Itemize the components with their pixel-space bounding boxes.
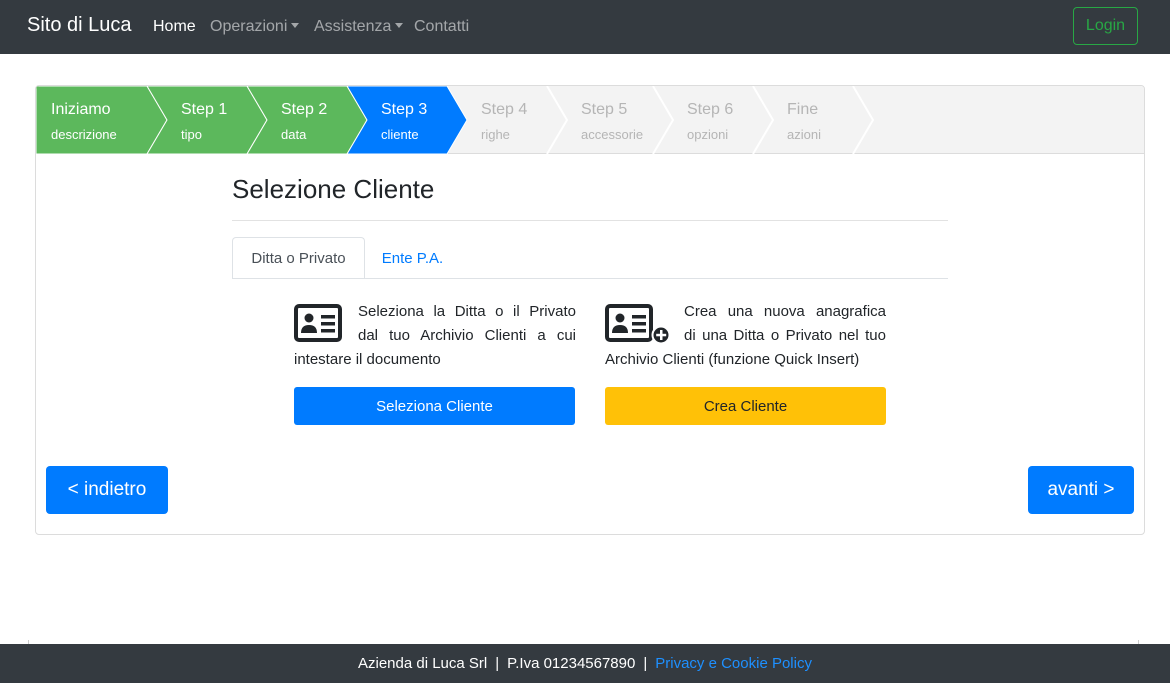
wizard-card: Iniziamo descrizione Step 1 tipo Step 2 …	[35, 85, 1145, 535]
next-button[interactable]: avanti >	[1028, 466, 1134, 514]
step-5-label: Step 5	[581, 101, 628, 118]
step-bg-iniziamo	[36, 86, 168, 154]
select-desc-1: Seleziona la Ditta o il Privato	[358, 303, 576, 320]
select-client-button[interactable]: Seleziona Cliente	[294, 387, 575, 425]
step-4-label: Step 4	[481, 101, 528, 118]
steps-arrows	[36, 86, 875, 154]
create-client-button[interactable]: Crea Cliente	[605, 387, 886, 425]
step-3-label[interactable]: Step 3	[381, 101, 427, 119]
title-divider	[232, 220, 948, 221]
nav-assistenza-dropdown[interactable]: Assistenza	[314, 18, 404, 36]
select-desc-3: intestare il documento	[294, 351, 441, 368]
step-sep-6	[752, 86, 775, 154]
step-fine-sub: azioni	[787, 127, 821, 142]
step-sep-7	[852, 86, 875, 154]
footer-separator: |	[495, 655, 500, 672]
create-desc-2: di una Ditta o Privato nel tuo	[684, 327, 886, 344]
footer-vat: P.Iva 01234567890	[507, 655, 636, 672]
tab-ente-pa[interactable]: Ente P.A.	[365, 237, 460, 279]
step-2-sub: data	[281, 127, 307, 142]
login-button[interactable]: Login	[1073, 7, 1138, 45]
brand-logo[interactable]: Sito di Luca	[27, 14, 132, 37]
nav-contatti[interactable]: Contatti	[414, 18, 469, 36]
wizard-steps: Iniziamo descrizione Step 1 tipo Step 2 …	[36, 86, 1144, 154]
nav-assistenza-label: Assistenza	[314, 18, 392, 35]
nav-operazioni-dropdown[interactable]: Operazioni	[210, 18, 300, 36]
chevron-down-icon	[291, 23, 300, 28]
step-1-sub: tipo	[181, 127, 202, 142]
page-title: Selezione Cliente	[232, 174, 435, 204]
tabs-border	[232, 278, 948, 279]
step-4-sub: righe	[481, 127, 510, 142]
footer-separator: |	[643, 655, 648, 672]
step-5-sub: accessorie	[581, 127, 644, 142]
top-navbar: Sito di Luca Home Operazioni Assistenza …	[0, 0, 1170, 54]
create-desc-3: Archivio Clienti (funzione Quick Insert)	[605, 351, 860, 368]
step-1-label[interactable]: Step 1	[181, 101, 227, 119]
step-6-sub: opzioni	[687, 127, 729, 142]
tab-ditta-privato[interactable]: Ditta o Privato	[232, 237, 365, 279]
create-desc-1: Crea una nuova anagrafica	[684, 303, 886, 320]
back-button[interactable]: < indietro	[46, 466, 168, 514]
nav-home[interactable]: Home	[153, 18, 196, 36]
footer: Azienda di Luca Srl | P.Iva 01234567890 …	[0, 644, 1170, 683]
step-sep-4	[546, 86, 569, 154]
step-2-label[interactable]: Step 2	[281, 101, 327, 119]
step-iniziamo-sub: descrizione	[51, 127, 117, 142]
step-iniziamo-label[interactable]: Iniziamo	[51, 101, 111, 119]
footer-company: Azienda di Luca Srl	[358, 655, 488, 672]
id-card-plus-icon	[605, 304, 671, 345]
privacy-policy-link[interactable]: Privacy e Cookie Policy	[655, 655, 812, 672]
step-sep-5	[652, 86, 675, 154]
select-desc-2: dal tuo Archivio Clienti a cui	[358, 327, 576, 344]
nav-operazioni-label: Operazioni	[210, 18, 288, 35]
step-3-sub: cliente	[381, 127, 419, 142]
id-card-icon	[294, 304, 342, 342]
step-fine-label: Fine	[787, 101, 819, 118]
chevron-down-icon	[395, 23, 404, 28]
step-6-label: Step 6	[687, 101, 734, 118]
